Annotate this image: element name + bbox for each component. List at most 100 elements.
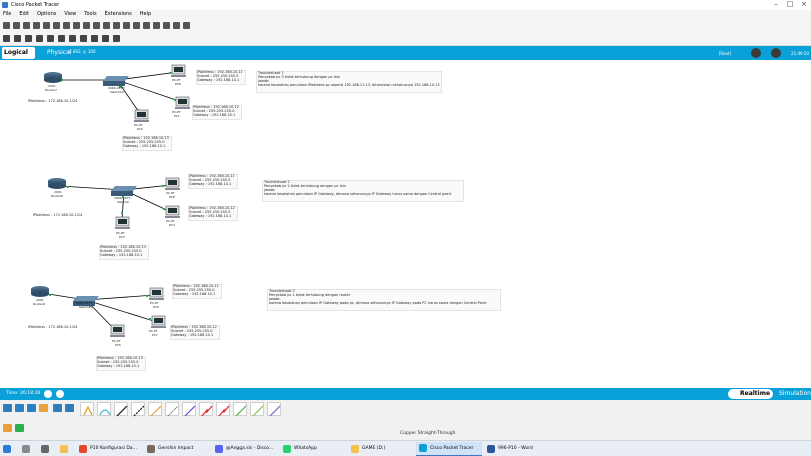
connection-type-label: Copper Straight-Through xyxy=(400,431,456,436)
power-cycle-icon[interactable] xyxy=(44,390,52,398)
console-cable-icon[interactable] xyxy=(97,402,111,416)
minimize-button[interactable]: – xyxy=(769,0,783,10)
realtime-mode-button[interactable]: Realtime xyxy=(728,389,774,399)
pc-icon[interactable] xyxy=(149,287,164,300)
components-icon[interactable] xyxy=(27,404,36,412)
delete-icon[interactable] xyxy=(25,35,32,42)
pc-icon[interactable] xyxy=(165,177,180,190)
coaxial-cable-icon[interactable] xyxy=(182,402,196,417)
drawing-palette-icon[interactable] xyxy=(153,21,160,29)
pc-icon[interactable] xyxy=(171,64,186,77)
pc-icon[interactable] xyxy=(115,216,130,229)
undo-icon[interactable] xyxy=(103,21,110,29)
taskbar-app-discord[interactable]: @Angga.sis - Disco... xyxy=(212,442,278,456)
paste-icon[interactable] xyxy=(93,21,100,29)
selected-connection-icon[interactable] xyxy=(3,424,12,432)
terminal-icon[interactable] xyxy=(183,21,190,29)
viewport-icon[interactable] xyxy=(751,48,762,58)
pc-icon[interactable] xyxy=(175,96,190,109)
menu-help[interactable]: Help xyxy=(140,10,151,18)
end-devices-icon[interactable] xyxy=(15,404,24,412)
multiuser-icon[interactable] xyxy=(65,404,74,412)
environment-icon[interactable] xyxy=(771,48,782,58)
taskbar-app-pdf[interactable]: P10 Konfigurasi Da... xyxy=(76,442,142,456)
start-button[interactable] xyxy=(0,442,17,456)
iot-custom-cable-icon[interactable] xyxy=(250,402,264,417)
pc-gateway-line: Gateway : 192.168.10.1 xyxy=(100,253,143,257)
resize-shape-icon[interactable] xyxy=(36,35,43,42)
router-name: Router9 xyxy=(33,302,45,306)
add-complex-pdu-icon[interactable] xyxy=(113,35,120,42)
draw-rectangle-icon[interactable] xyxy=(69,35,76,42)
pc-icon[interactable] xyxy=(165,205,180,218)
pc-icon[interactable] xyxy=(151,315,166,328)
pc-gateway-line: Gateway : 192.168.10.1 xyxy=(171,333,214,337)
save-as-icon[interactable] xyxy=(33,21,40,29)
crossover-cable-icon[interactable] xyxy=(131,402,145,417)
taskbar-app-whatsapp[interactable]: WhatsApp xyxy=(280,442,346,456)
taskbar-app-word[interactable]: 996-P10 - Word xyxy=(484,442,550,456)
zoom-out-icon[interactable] xyxy=(143,21,150,29)
taskbar-app-game-drive[interactable]: GAME (D:) xyxy=(348,442,414,456)
menu-view[interactable]: View xyxy=(64,10,76,18)
select-icon[interactable] xyxy=(3,35,10,42)
fast-forward-icon[interactable] xyxy=(56,390,64,398)
simulation-mode-button[interactable]: Simulation xyxy=(768,389,811,399)
new-file-icon[interactable] xyxy=(3,21,10,29)
router-icon[interactable] xyxy=(44,72,62,83)
save-icon[interactable] xyxy=(23,21,30,29)
place-note-icon[interactable] xyxy=(47,35,54,42)
serial-dte-cable-icon[interactable] xyxy=(216,402,230,417)
maximize-button[interactable]: □ xyxy=(783,0,797,10)
print-icon[interactable] xyxy=(43,21,50,29)
misc-devices-icon[interactable] xyxy=(53,404,62,412)
menu-extensions[interactable]: Extensions xyxy=(105,10,132,18)
grid-icon[interactable] xyxy=(15,424,24,432)
draw-ellipse-icon[interactable] xyxy=(80,35,87,42)
router-icon[interactable] xyxy=(48,178,66,189)
straight-through-cable-icon[interactable] xyxy=(114,402,128,417)
router-name: Router7 xyxy=(45,88,57,92)
zoom-reset-icon[interactable] xyxy=(133,21,140,29)
custom-device-icon[interactable] xyxy=(163,21,170,29)
zoom-in-icon[interactable] xyxy=(123,21,130,29)
activity-wizard-icon[interactable] xyxy=(53,21,60,29)
draw-line-icon[interactable] xyxy=(58,35,65,42)
logical-workspace[interactable]: 2901 Router7 IPAddress : 172.168.10.1/24… xyxy=(0,60,811,388)
add-simple-pdu-icon[interactable] xyxy=(102,35,109,42)
taskbar-app-genshin[interactable]: Genshin Impact xyxy=(144,442,210,456)
pc-icon[interactable] xyxy=(110,324,125,337)
taskbar-app-packet-tracer[interactable]: Cisco Packet Tracer xyxy=(416,441,482,456)
pc-gateway-line: Gateway : 192.168.10.1 xyxy=(197,78,240,82)
usb-cable-icon[interactable] xyxy=(267,402,281,417)
menu-tools[interactable]: Tools xyxy=(84,10,96,18)
task-view-icon[interactable] xyxy=(38,442,55,456)
freeform-icon[interactable] xyxy=(91,35,98,42)
view-icon[interactable] xyxy=(173,21,180,29)
connections-icon[interactable] xyxy=(39,404,48,412)
close-button[interactable]: × xyxy=(797,0,811,10)
tab-logical[interactable]: Logical xyxy=(2,47,35,59)
octal-cable-icon[interactable] xyxy=(233,402,247,417)
serial-dce-cable-icon[interactable] xyxy=(199,402,213,417)
redo-icon[interactable] xyxy=(113,21,120,29)
file-explorer-icon[interactable] xyxy=(57,442,74,456)
info-icon[interactable] xyxy=(63,21,70,29)
network-devices-icon[interactable] xyxy=(3,404,12,412)
pc-name: PC7 xyxy=(152,333,158,337)
network-info-icon[interactable] xyxy=(73,21,80,29)
pc-icon[interactable] xyxy=(134,109,149,122)
router-icon[interactable] xyxy=(31,286,49,297)
fiber-cable-icon[interactable] xyxy=(148,402,162,417)
auto-connection-icon[interactable] xyxy=(80,402,94,416)
pc-gateway-line: Gateway : 192.168.10.1 xyxy=(123,144,166,148)
menu-edit[interactable]: Edit xyxy=(19,10,29,18)
menu-file[interactable]: File xyxy=(3,10,11,18)
phone-cable-icon[interactable] xyxy=(165,402,179,417)
open-file-icon[interactable] xyxy=(13,21,20,29)
search-icon[interactable] xyxy=(19,442,36,456)
switch-icon[interactable] xyxy=(103,76,129,86)
inspect-icon[interactable] xyxy=(14,35,21,42)
copy-icon[interactable] xyxy=(83,21,90,29)
menu-options[interactable]: Options xyxy=(37,10,56,18)
